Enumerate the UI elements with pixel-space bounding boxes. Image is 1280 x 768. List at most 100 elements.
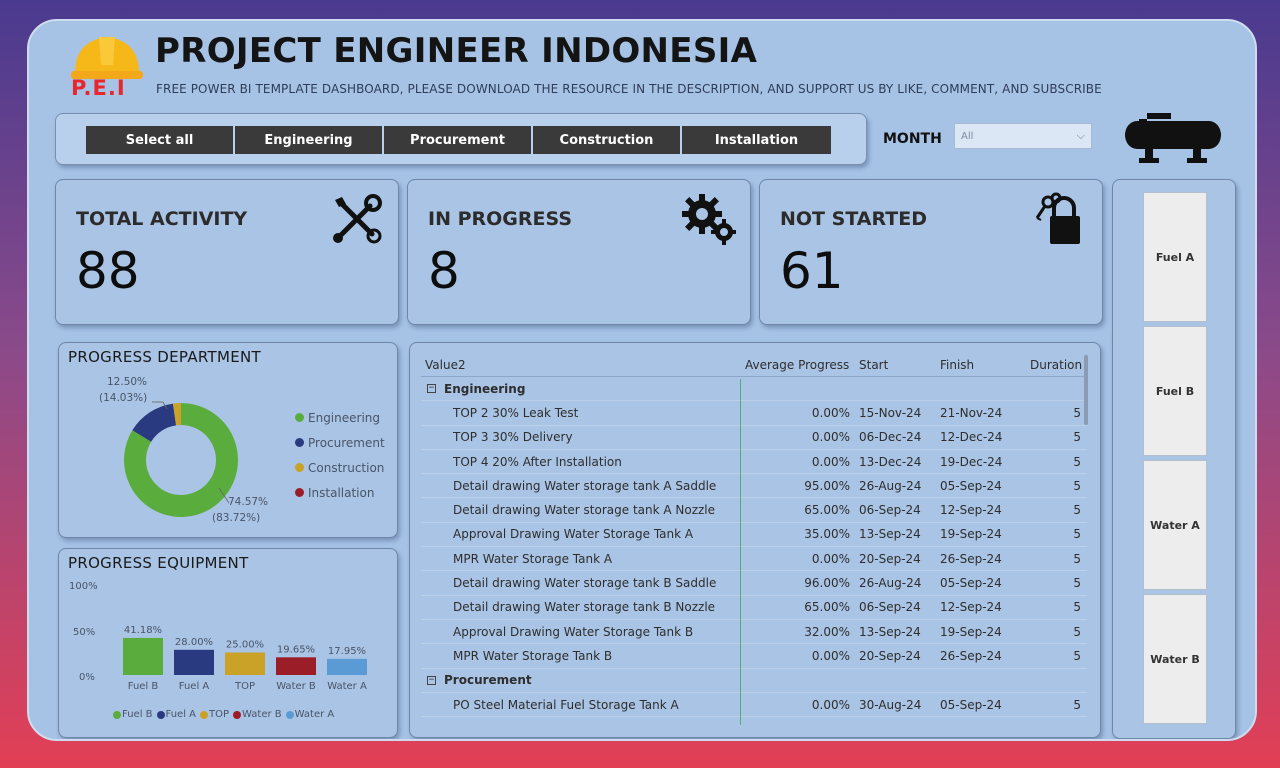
table-row[interactable]: PO Steel Material Fuel Storage Tank A 0.0… <box>421 693 1087 718</box>
kpi-label: IN PROGRESS <box>428 208 573 230</box>
x-tick-label: Fuel A <box>179 681 210 692</box>
tank-tile-water-b[interactable]: Water B <box>1143 594 1207 724</box>
table-row[interactable]: Detail drawing Water storage tank B Nozz… <box>421 596 1087 620</box>
bar-data-label: 41.18% <box>124 625 162 636</box>
cell-activity: PO Steel Material Fuel Storage Tank A <box>453 697 679 712</box>
cell-start: 26-Aug-24 <box>859 576 922 591</box>
cell-activity: TOP 2 30% Leak Test <box>453 405 579 420</box>
table-row[interactable]: Approval Drawing Water Storage Tank A 35.… <box>421 523 1087 548</box>
department-slicer: Select all Engineering Procurement Const… <box>55 113 867 165</box>
cell-activity: TOP 4 20% After Installation <box>453 454 622 469</box>
legend-label: TOP <box>209 709 230 720</box>
col-header-value2[interactable]: Value2 <box>421 358 740 372</box>
slicer-engineering[interactable]: Engineering <box>235 126 384 154</box>
legend-dot <box>156 710 165 719</box>
table-group-row[interactable]: − Engineering <box>421 377 1087 402</box>
kpi-value: 88 <box>76 242 140 300</box>
page-title: PROJECT ENGINEER INDONESIA <box>155 31 758 71</box>
cell-duration: 5 <box>1073 405 1081 420</box>
cell-finish: 19-Dec-24 <box>940 454 1003 469</box>
cell-average-progress: 0.00% <box>811 648 850 663</box>
cell-average-progress: 32.00% <box>804 624 850 639</box>
cell-average-progress: 0.00% <box>811 551 850 566</box>
cell-activity: Approval Drawing Water Storage Tank A <box>453 527 694 542</box>
col-header-start[interactable]: Start <box>853 358 938 372</box>
tank-tile-fuel-a[interactable]: Fuel A <box>1143 192 1207 322</box>
legend-dot <box>295 488 304 497</box>
kpi-in-progress: IN PROGRESS 8 <box>407 179 751 325</box>
page-subtitle: FREE POWER BI TEMPLATE DASHBOARD, PLEASE… <box>156 82 1102 96</box>
legend-item[interactable]: Engineering <box>295 405 385 430</box>
tank-icon <box>1125 113 1221 163</box>
bar-water-b[interactable] <box>276 657 316 675</box>
legend-label: Fuel B <box>122 709 153 720</box>
table-row[interactable]: Detail drawing Water storage tank B Sadd… <box>421 571 1087 596</box>
collapse-icon[interactable]: − <box>427 384 436 394</box>
bar-data-label: 19.65% <box>277 644 315 655</box>
cell-finish: 19-Sep-24 <box>940 624 1002 639</box>
cell-start: 15-Nov-24 <box>859 405 922 420</box>
col-header-duration[interactable]: Duration <box>1020 358 1085 372</box>
table-row[interactable]: Detail drawing Water storage tank A Nozz… <box>421 498 1087 523</box>
progress-department-panel: PROGRESS DEPARTMENT 12.50% (14.03%) 74.5… <box>58 342 398 538</box>
cell-duration: 5 <box>1073 430 1081 445</box>
slicer-procurement[interactable]: Procurement <box>384 126 533 154</box>
cell-average-progress: 35.00% <box>804 527 850 542</box>
legend-item[interactable]: Water B <box>233 709 282 720</box>
cell-duration: 5 <box>1073 697 1081 712</box>
cell-finish: 05-Sep-24 <box>940 478 1002 493</box>
col-header-finish[interactable]: Finish <box>938 358 1020 372</box>
legend-label: Water B <box>242 709 282 720</box>
cell-duration: 5 <box>1073 551 1081 566</box>
x-tick-label: Fuel B <box>128 681 159 692</box>
legend-label: Installation <box>308 485 375 500</box>
bar-fuel-b[interactable] <box>123 637 163 675</box>
bar-top[interactable] <box>225 652 265 676</box>
bar-water-a[interactable] <box>327 658 367 675</box>
legend-label: Construction <box>308 460 385 475</box>
cell-finish: 26-Sep-24 <box>940 551 1002 566</box>
cell-finish: 21-Nov-24 <box>940 405 1003 420</box>
progress-equipment-panel: PROGRESS EQUIPMENT 100% 50% 0% 41.18% Fue… <box>58 548 398 738</box>
table-row[interactable]: TOP 4 20% After Installation 0.00% 13-Dec-… <box>421 450 1087 475</box>
cell-finish: 05-Sep-24 <box>940 576 1002 591</box>
table-row[interactable]: TOP 2 30% Leak Test 0.00% 15-Nov-24 21-Nov-… <box>421 401 1087 426</box>
slicer-select-all[interactable]: Select all <box>86 126 235 154</box>
cell-activity: Detail drawing Water storage tank B Sadd… <box>453 576 717 591</box>
legend-item[interactable]: Procurement <box>295 430 385 455</box>
table-row[interactable]: Approval Drawing Water Storage Tank B 32.… <box>421 620 1087 645</box>
cell-activity: MPR Water Storage Tank B <box>453 648 613 663</box>
legend-item[interactable]: Installation <box>295 480 385 505</box>
bar-fuel-a[interactable] <box>174 649 214 675</box>
cell-finish: 12-Sep-24 <box>940 600 1002 615</box>
legend-item[interactable]: Construction <box>295 455 385 480</box>
collapse-icon[interactable]: − <box>427 675 436 685</box>
tank-slicer: Fuel A Fuel B Water A Water B <box>1112 179 1236 739</box>
legend-item[interactable]: Fuel B <box>113 709 153 720</box>
slicer-installation[interactable]: Installation <box>682 126 831 154</box>
table-row[interactable]: Detail drawing Water storage tank A Sadd… <box>421 474 1087 499</box>
x-tick-label: Water B <box>276 681 316 692</box>
slicer-construction[interactable]: Construction <box>533 126 682 154</box>
table-row[interactable]: MPR Water Storage Tank A 0.00% 20-Sep-24 26… <box>421 547 1087 572</box>
legend-item[interactable]: TOP <box>200 709 229 720</box>
cell-start: 13-Sep-24 <box>859 624 921 639</box>
table-row[interactable]: MPR Water Storage Tank B 0.00% 20-Sep-24 26… <box>421 644 1087 669</box>
cell-duration: 5 <box>1073 454 1081 469</box>
table-row[interactable]: TOP 3 30% Delivery 0.00% 06-Dec-24 12-Dec-2… <box>421 426 1087 450</box>
table-header: Value2 Average Progress Start Finish Dur… <box>421 353 1087 377</box>
cell-duration: 5 <box>1073 648 1081 663</box>
legend-item[interactable]: Fuel A <box>156 709 196 720</box>
legend-item[interactable]: Water A <box>285 709 334 720</box>
cell-duration: 5 <box>1073 624 1081 639</box>
donut-legend: Engineering Procurement Construction Ins… <box>295 405 385 505</box>
legend-dot <box>295 438 304 447</box>
month-dropdown[interactable]: All ⌵ <box>954 123 1092 149</box>
tank-tile-fuel-b[interactable]: Fuel B <box>1143 326 1207 456</box>
table-group-row[interactable]: − Procurement <box>421 669 1087 693</box>
cell-activity: Detail drawing Water storage tank B Nozz… <box>453 600 716 615</box>
padlock-keys-icon <box>1035 192 1080 244</box>
col-header-average-progress[interactable]: Average Progress <box>740 358 853 372</box>
tank-tile-water-a[interactable]: Water A <box>1143 460 1207 590</box>
table-scrollbar[interactable] <box>1084 355 1088 425</box>
